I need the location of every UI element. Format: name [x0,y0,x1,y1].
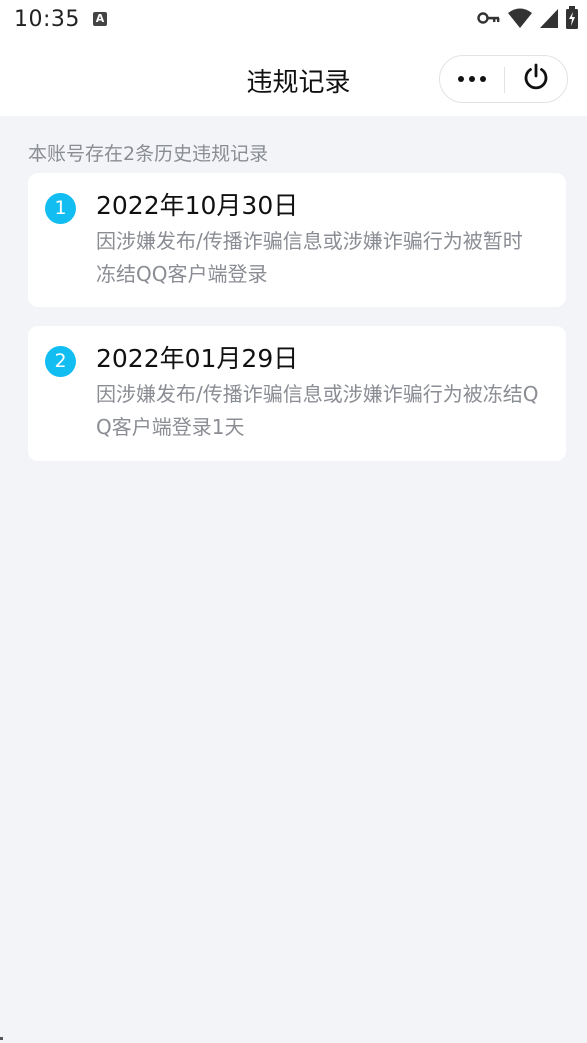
close-button[interactable] [505,56,567,102]
more-dot-icon [469,76,475,82]
record-date: 2022年01月29日 [96,344,299,373]
status-time: 10:35 [14,7,80,32]
bottom-edge-mark [0,1037,3,1040]
battery-icon [565,6,579,34]
record-description: 因涉嫌发布/传播诈骗信息或涉嫌诈骗行为被冻结QQ客户端登录1天 [96,382,539,439]
notification-a-icon: A [93,12,107,26]
record-description: 因涉嫌发布/传播诈骗信息或涉嫌诈骗行为被暂时冻结QQ客户端登录 [96,229,523,286]
status-icons [477,6,579,34]
power-icon [521,62,551,96]
records-summary: 本账号存在2条历史违规记录 [28,143,269,165]
wifi-icon [507,7,533,33]
record-card: 2 2022年01月29日 因涉嫌发布/传播诈骗信息或涉嫌诈骗行为被冻结QQ客户… [28,326,566,461]
more-dot-icon [458,76,464,82]
key-icon [477,10,501,30]
mini-program-capsule [439,55,568,103]
more-dot-icon [480,76,486,82]
record-date: 2022年10月30日 [96,191,299,220]
status-bar: 10:35 A [0,0,587,44]
nav-header: 违规记录 [0,44,587,116]
record-card: 1 2022年10月30日 因涉嫌发布/传播诈骗信息或涉嫌诈骗行为被暂时冻结QQ… [28,173,566,307]
more-button[interactable] [440,56,504,102]
record-index-badge: 1 [45,193,76,224]
signal-icon [539,7,559,33]
record-index-badge: 2 [45,346,76,377]
violation-records-page: 10:35 A 违规记录 本账号存在2条历史违规记录 1 2022年10月30日… [0,0,587,1043]
